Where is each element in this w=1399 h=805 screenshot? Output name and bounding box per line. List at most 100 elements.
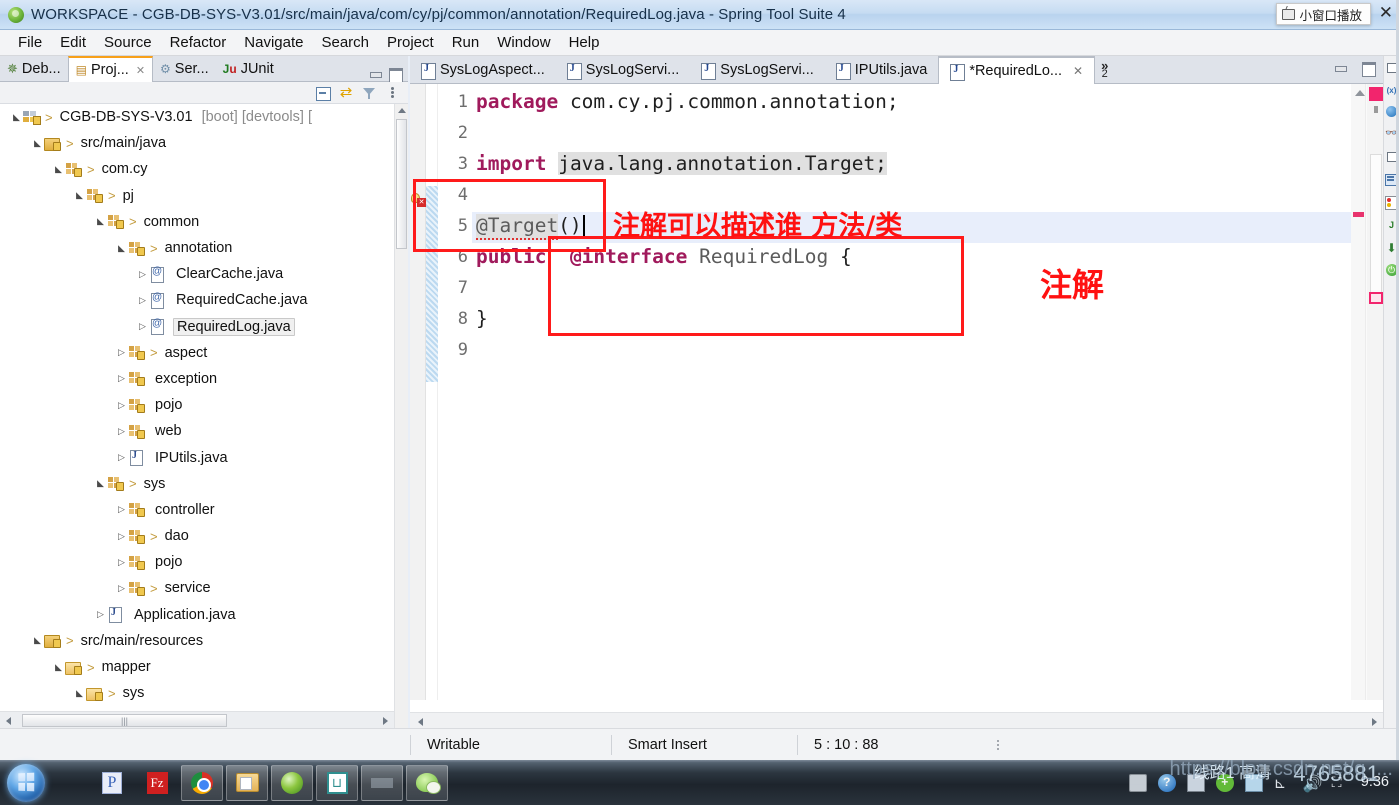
tree-item-pojo[interactable]: ▷ pojo	[0, 549, 394, 575]
tree-item-controller[interactable]: ▷ controller	[0, 497, 394, 523]
collapse-all-icon[interactable]	[315, 85, 331, 101]
menu-item-navigate[interactable]: Navigate	[235, 33, 312, 52]
tab-project-explorer[interactable]: ▤ Proj... ✕	[67, 56, 154, 82]
tree-horizontal-scrollbar[interactable]: |||	[0, 711, 394, 728]
tree-item-exception[interactable]: ▷ exception	[0, 366, 394, 392]
menu-item-run[interactable]: Run	[443, 33, 489, 52]
scrollbar-thumb[interactable]	[396, 119, 407, 249]
scroll-up-icon[interactable]	[398, 108, 406, 113]
project-tree[interactable]: ◢ > CGB-DB-SYS-V3.01 [boot] [devtools] [◢ > s…	[0, 104, 394, 756]
tree-vertical-scrollbar[interactable]	[394, 104, 408, 756]
maximize-icon[interactable]	[388, 66, 403, 83]
error-overview-mark[interactable]	[1369, 87, 1383, 101]
editor-tab-overflow-button[interactable]: » 2	[1095, 57, 1114, 83]
maximize-icon[interactable]	[1361, 60, 1376, 77]
filter-icon[interactable]	[361, 85, 377, 101]
chevron-right-icon[interactable]: ▷	[136, 269, 149, 280]
taskbar-item-chrome[interactable]	[181, 764, 223, 801]
menu-item-project[interactable]: Project	[378, 33, 443, 52]
menu-item-file[interactable]: File	[9, 33, 51, 52]
keyboard-icon[interactable]	[1128, 773, 1147, 792]
monitor-icon[interactable]	[1186, 773, 1205, 792]
scrollbar-thumb[interactable]	[1370, 154, 1382, 299]
tab-junit[interactable]: Ju JUnit	[215, 56, 281, 81]
tree-item-web[interactable]: ▷ web	[0, 418, 394, 444]
chevron-down-icon[interactable]: ◢	[94, 216, 107, 227]
editor-tab-syslogserviceimpl[interactable]: SysLogServi...	[690, 57, 825, 83]
editor-tab-requiredlog[interactable]: *RequiredLo... ✕	[938, 56, 1096, 84]
taskbar-clock[interactable]: 9:36	[1361, 775, 1389, 790]
chevron-down-icon[interactable]: ◢	[31, 138, 44, 149]
tree-item-requiredcache-java[interactable]: ▷ RequiredCache.java	[0, 287, 394, 313]
chevron-right-icon[interactable]: ▷	[115, 373, 128, 384]
menu-item-search[interactable]: Search	[312, 33, 378, 52]
chevron-right-icon[interactable]: ▷	[115, 557, 128, 568]
error-overview-mark-2[interactable]	[1369, 292, 1383, 304]
link-with-editor-icon[interactable]: ⇄	[338, 84, 354, 101]
help-icon[interactable]: ?	[1157, 773, 1176, 792]
tree-item-clearcache-java[interactable]: ▷ ClearCache.java	[0, 261, 394, 287]
menu-item-refactor[interactable]: Refactor	[161, 33, 236, 52]
chevron-right-icon[interactable]: ▷	[115, 583, 128, 594]
taskbar-item-powerpoint[interactable]: P	[91, 765, 133, 801]
chevron-down-icon[interactable]: ◢	[52, 164, 65, 175]
tree-item-aspect[interactable]: ▷ > aspect	[0, 340, 394, 366]
tree-item-src-main-java[interactable]: ◢ > src/main/java	[0, 130, 394, 156]
chevron-down-icon[interactable]: ◢	[73, 190, 86, 201]
tree-item-mapper[interactable]: ◢ > mapper	[0, 654, 394, 680]
annotation-mark[interactable]	[1353, 212, 1364, 217]
editor-horizontal-scrollbar[interactable]	[410, 712, 1385, 728]
volume-icon[interactable]: 🔊	[1303, 774, 1323, 793]
network2-icon[interactable]: ⛶	[1332, 774, 1350, 792]
chevron-down-icon[interactable]: ◢	[73, 688, 86, 699]
chevron-down-icon[interactable]: ◢	[10, 112, 23, 123]
taskbar-item-explorer[interactable]	[226, 764, 268, 801]
update-icon[interactable]: +	[1215, 773, 1234, 792]
taskbar-item-gray-app[interactable]	[361, 764, 403, 801]
scroll-left-icon[interactable]	[418, 718, 423, 726]
minimize-icon[interactable]	[368, 66, 383, 81]
tree-item-application-java[interactable]: ▷ Application.java	[0, 602, 394, 628]
tree-item-iputils-java[interactable]: ▷ IPUtils.java	[0, 444, 394, 470]
editor-annotation-ruler[interactable]	[1351, 84, 1366, 700]
tab-servers[interactable]: ⚙ Ser...	[153, 56, 216, 81]
tree-item-dao[interactable]: ▷ > dao	[0, 523, 394, 549]
chevron-right-icon[interactable]: ▷	[115, 426, 128, 437]
editor-body[interactable]: ✕ 1 2 3 4 5 6 7 8 9 package com.cy.pj.co…	[410, 84, 1385, 700]
chevron-down-icon[interactable]: ◢	[52, 662, 65, 673]
chevron-right-icon[interactable]: ▷	[115, 452, 128, 463]
tree-item-requiredlog-java[interactable]: ▷ RequiredLog.java	[0, 314, 394, 340]
network-icon[interactable]	[1244, 773, 1263, 792]
taskbar-item-sts[interactable]	[271, 764, 313, 801]
scroll-left-icon[interactable]	[6, 717, 11, 725]
tree-item-common[interactable]: ◢ > common	[0, 209, 394, 235]
chevron-right-icon[interactable]: ▷	[115, 504, 128, 515]
signal-icon[interactable]: ⊾	[1274, 774, 1292, 792]
taskbar-item-wechat[interactable]	[406, 764, 448, 801]
menu-item-source[interactable]: Source	[95, 33, 161, 52]
tree-item-pj[interactable]: ◢ > pj	[0, 183, 394, 209]
editor-tab-iputils[interactable]: IPUtils.java	[825, 57, 939, 83]
tree-item-service[interactable]: ▷ > service	[0, 575, 394, 601]
editor-code-text[interactable]: package com.cy.pj.common.annotation; imp…	[472, 84, 1385, 700]
scrollbar-thumb[interactable]: |||	[22, 714, 227, 727]
chevron-down-icon[interactable]: ◢	[94, 478, 107, 489]
tab-debug[interactable]: ✵ Deb...	[0, 56, 68, 81]
taskbar-item-filezilla[interactable]: Fz	[136, 765, 178, 801]
view-menu-icon[interactable]	[384, 85, 400, 101]
tree-item-com-cy[interactable]: ◢ > com.cy	[0, 156, 394, 182]
chevron-right-icon[interactable]: ▷	[136, 321, 149, 332]
tree-item-src-main-resources[interactable]: ◢ > src/main/resources	[0, 628, 394, 654]
tree-item-sys[interactable]: ◢ > sys	[0, 680, 394, 706]
close-icon[interactable]: ✕	[1379, 4, 1393, 22]
tree-item-annotation[interactable]: ◢ > annotation	[0, 235, 394, 261]
chevron-right-icon[interactable]: ▷	[115, 531, 128, 542]
tree-item-pojo[interactable]: ▷ pojo	[0, 392, 394, 418]
scroll-right-icon[interactable]	[383, 717, 388, 725]
minimize-icon[interactable]	[1333, 60, 1348, 75]
editor-tab-syslogaspect[interactable]: SysLogAspect...	[410, 57, 556, 83]
chevron-right-icon[interactable]: ▷	[94, 609, 107, 620]
editor-tab-syslogservice[interactable]: SysLogServi...	[556, 57, 691, 83]
editor-folding-bar[interactable]	[426, 84, 438, 700]
chevron-right-icon[interactable]: ▷	[136, 295, 149, 306]
